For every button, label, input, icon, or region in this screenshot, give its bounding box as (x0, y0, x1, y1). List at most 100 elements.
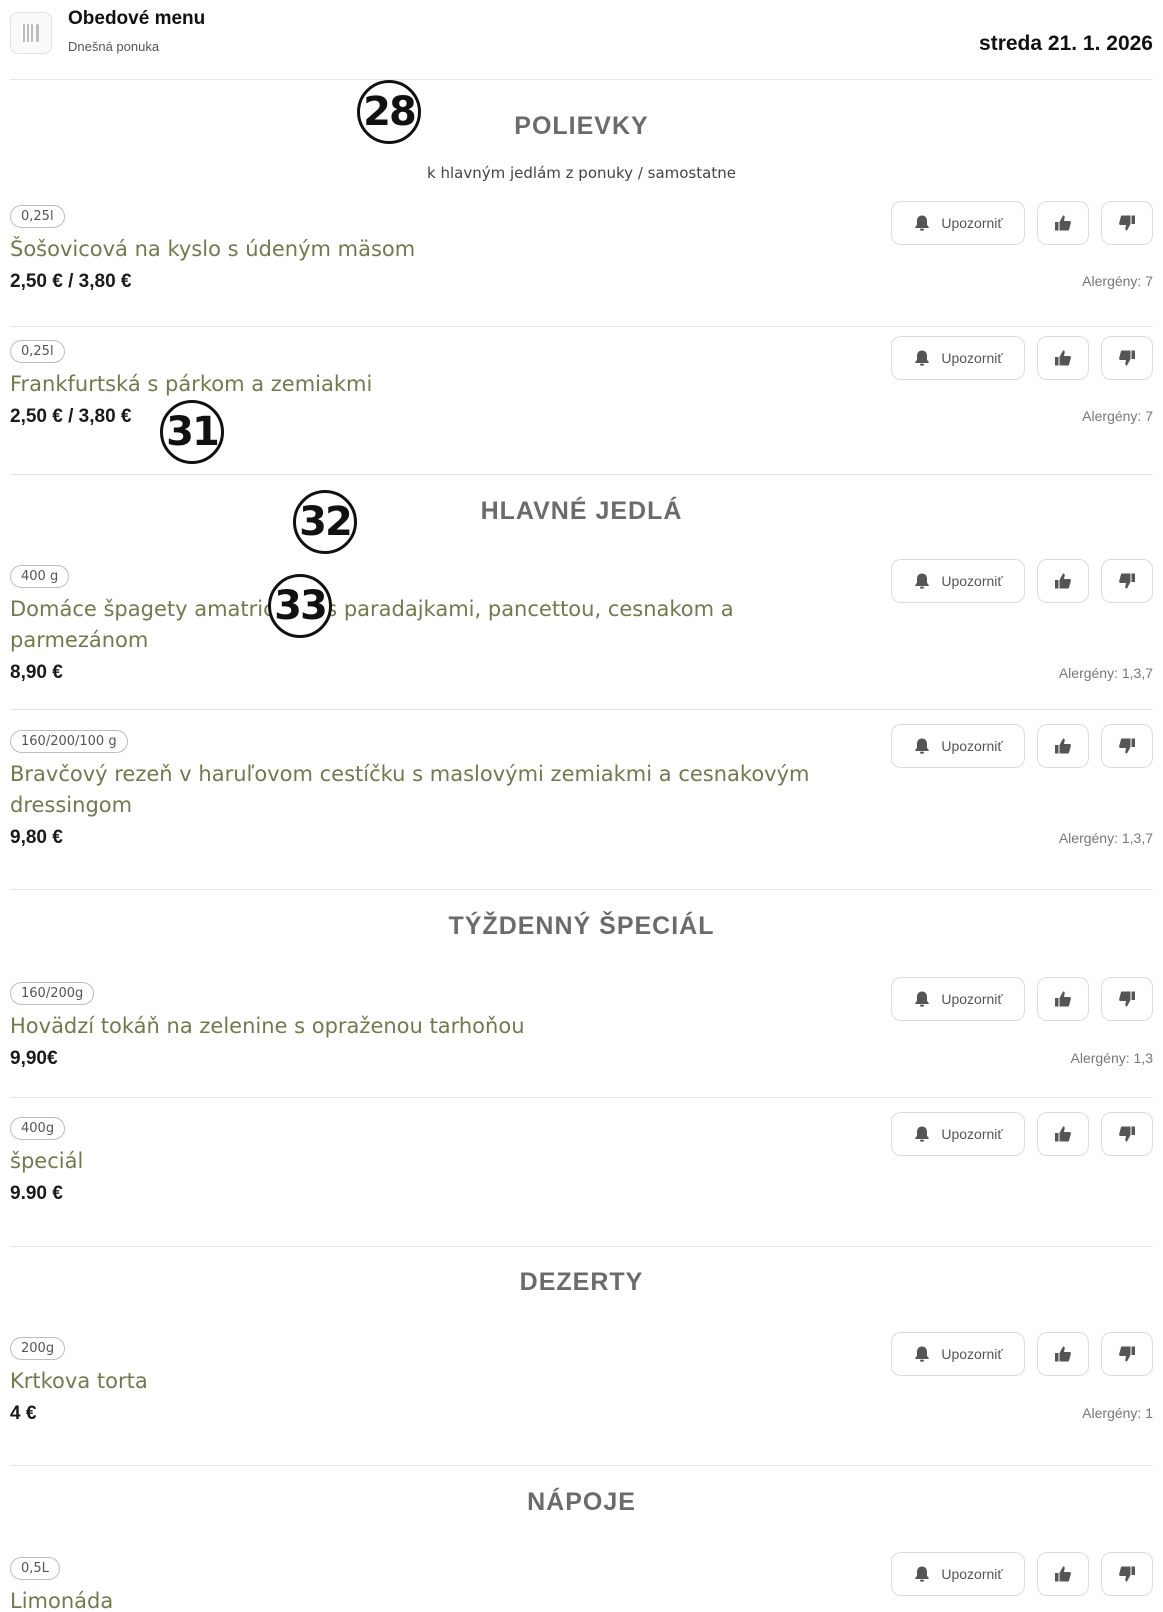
notify-label: Upozorniť (941, 573, 1003, 589)
allergens: Alergény: 1,3,7 (1058, 665, 1153, 681)
thumbs-up-button[interactable] (1037, 1332, 1089, 1376)
dish-name: Domáce špagety amatriciana s paradajkami… (10, 597, 734, 652)
thumbs-down-button[interactable] (1101, 1112, 1153, 1156)
thumbs-down-icon (1118, 1125, 1136, 1143)
thumbs-up-icon (1054, 1125, 1072, 1143)
bell-icon (913, 737, 931, 755)
portion-badge: 0,25l (10, 340, 65, 363)
menu-item: 160/200/100 g Bravčový rezeň v haruľovom… (10, 724, 1153, 849)
section-note-soups: k hlavným jedlám z ponuky / samostatne (427, 164, 736, 182)
notify-label: Upozorniť (941, 991, 1003, 1007)
dish-name: Limonáda (10, 1589, 114, 1612)
notify-button[interactable]: Upozorniť (891, 1552, 1025, 1596)
thumbs-up-button[interactable] (1037, 724, 1089, 768)
thumbs-down-button[interactable] (1101, 1332, 1153, 1376)
item-actions: Upozorniť (891, 1332, 1153, 1376)
annotation-marker: 31 (160, 400, 224, 464)
thumbs-up-button[interactable] (1037, 336, 1089, 380)
notify-label: Upozorniť (941, 1346, 1003, 1362)
annotation-marker: 32 (293, 490, 357, 554)
notify-button[interactable]: Upozorniť (891, 724, 1025, 768)
dish-name: Bravčový rezeň v haruľovom cestíčku s ma… (10, 762, 810, 817)
thumbs-down-button[interactable] (1101, 724, 1153, 768)
menu-date: streda 21. 1. 2026 (979, 32, 1153, 55)
menu-item: 200g Krtkova torta 4 € Alergény: 1 Upozo… (10, 1332, 1153, 1425)
thumbs-down-button[interactable] (1101, 977, 1153, 1021)
bell-icon (913, 1565, 931, 1583)
thumbs-down-button[interactable] (1101, 336, 1153, 380)
thumbs-up-button[interactable] (1037, 559, 1089, 603)
thumbs-down-icon (1118, 1345, 1136, 1363)
portion-badge: 400g (10, 1117, 66, 1140)
divider (10, 1465, 1153, 1466)
allergens: Alergény: 7 (1082, 273, 1153, 289)
notify-button[interactable]: Upozorniť (891, 559, 1025, 603)
portion-badge: 400 g (10, 565, 70, 588)
page-header: Obedové menu Dnešná ponuka streda 21. 1.… (10, 0, 1153, 80)
section-title-soups: POLIEVKY (514, 112, 649, 140)
bell-icon (913, 990, 931, 1008)
notify-button[interactable]: Upozorniť (891, 201, 1025, 245)
item-actions: Upozorniť (891, 977, 1153, 1021)
notify-button[interactable]: Upozorniť (891, 1112, 1025, 1156)
item-actions: Upozorniť (891, 336, 1153, 380)
notify-label: Upozorniť (941, 215, 1003, 231)
thumbs-down-button[interactable] (1101, 559, 1153, 603)
thumbs-down-icon (1118, 1565, 1136, 1583)
notify-button[interactable]: Upozorniť (891, 977, 1025, 1021)
section-title-mains: HLAVNÉ JEDLÁ (480, 497, 683, 525)
page-title: Obedové menu (68, 8, 206, 29)
notify-label: Upozorniť (941, 1126, 1003, 1142)
dish-price: 9.90 € (10, 1183, 63, 1204)
allergens: Alergény: 1,3 (1070, 1050, 1154, 1066)
portion-badge: 160/200g (10, 982, 95, 1005)
bell-icon (913, 1345, 931, 1363)
allergens: Alergény: 7 (1082, 408, 1153, 424)
dish-price: 2,50 € / 3,80 € (10, 271, 132, 292)
annotation-marker: 33 (268, 574, 332, 638)
page-subtitle: Dnešná ponuka (68, 39, 160, 54)
item-actions: Upozorniť (891, 201, 1153, 245)
bell-icon (913, 572, 931, 590)
dish-name: Hovädzí tokáň na zelenine s opraženou ta… (10, 1014, 525, 1038)
section-title-desserts: DEZERTY (519, 1268, 644, 1296)
thumbs-up-button[interactable] (1037, 977, 1089, 1021)
dish-name: Krtkova torta (10, 1369, 148, 1393)
thumbs-up-icon (1054, 349, 1072, 367)
thumbs-down-button[interactable] (1101, 201, 1153, 245)
thumbs-up-icon (1054, 1345, 1072, 1363)
annotation-marker: 28 (357, 80, 421, 144)
thumbs-down-icon (1118, 737, 1136, 755)
thumbs-down-icon (1118, 349, 1136, 367)
section-title-weekly-special: TÝŽDENNÝ ŠPECIÁL (448, 912, 715, 940)
dish-name: špeciál (10, 1149, 84, 1173)
notify-label: Upozorniť (941, 738, 1003, 754)
notify-label: Upozorniť (941, 350, 1003, 366)
notify-button[interactable]: Upozorniť (891, 1332, 1025, 1376)
notify-button[interactable]: Upozorniť (891, 336, 1025, 380)
menu-item: 0,25l Šošovicová na kyslo s údeným mäsom… (10, 201, 1153, 293)
divider (10, 889, 1153, 890)
divider (10, 326, 1153, 327)
allergens: Alergény: 1 (1082, 1405, 1153, 1421)
cutlery-icon (10, 12, 52, 54)
dish-price: 9,80 € (10, 827, 63, 848)
thumbs-up-button[interactable] (1037, 1112, 1089, 1156)
menu-item: 0,5L Limonáda Upozorniť (10, 1552, 1153, 1612)
thumbs-down-button[interactable] (1101, 1552, 1153, 1596)
thumbs-up-icon (1054, 990, 1072, 1008)
dish-name: Šošovicová na kyslo s údeným mäsom (10, 237, 416, 261)
menu-item: 160/200g Hovädzí tokáň na zelenine s opr… (10, 977, 1154, 1070)
portion-badge: 200g (10, 1337, 66, 1360)
menu-item: 400g špeciál 9.90 € Upozorniť (10, 1112, 1153, 1205)
menu-item: 400 g Domáce špagety amatriciana s parad… (10, 559, 1153, 684)
thumbs-up-button[interactable] (1037, 1552, 1089, 1596)
bell-icon (913, 1125, 931, 1143)
dish-price: 4 € (10, 1403, 37, 1424)
notify-label: Upozorniť (941, 1566, 1003, 1582)
item-actions: Upozorniť (891, 559, 1153, 603)
portion-badge: 0,5L (10, 1557, 60, 1580)
dish-price: 8,90 € (10, 662, 63, 683)
thumbs-up-button[interactable] (1037, 201, 1089, 245)
thumbs-up-icon (1054, 214, 1072, 232)
